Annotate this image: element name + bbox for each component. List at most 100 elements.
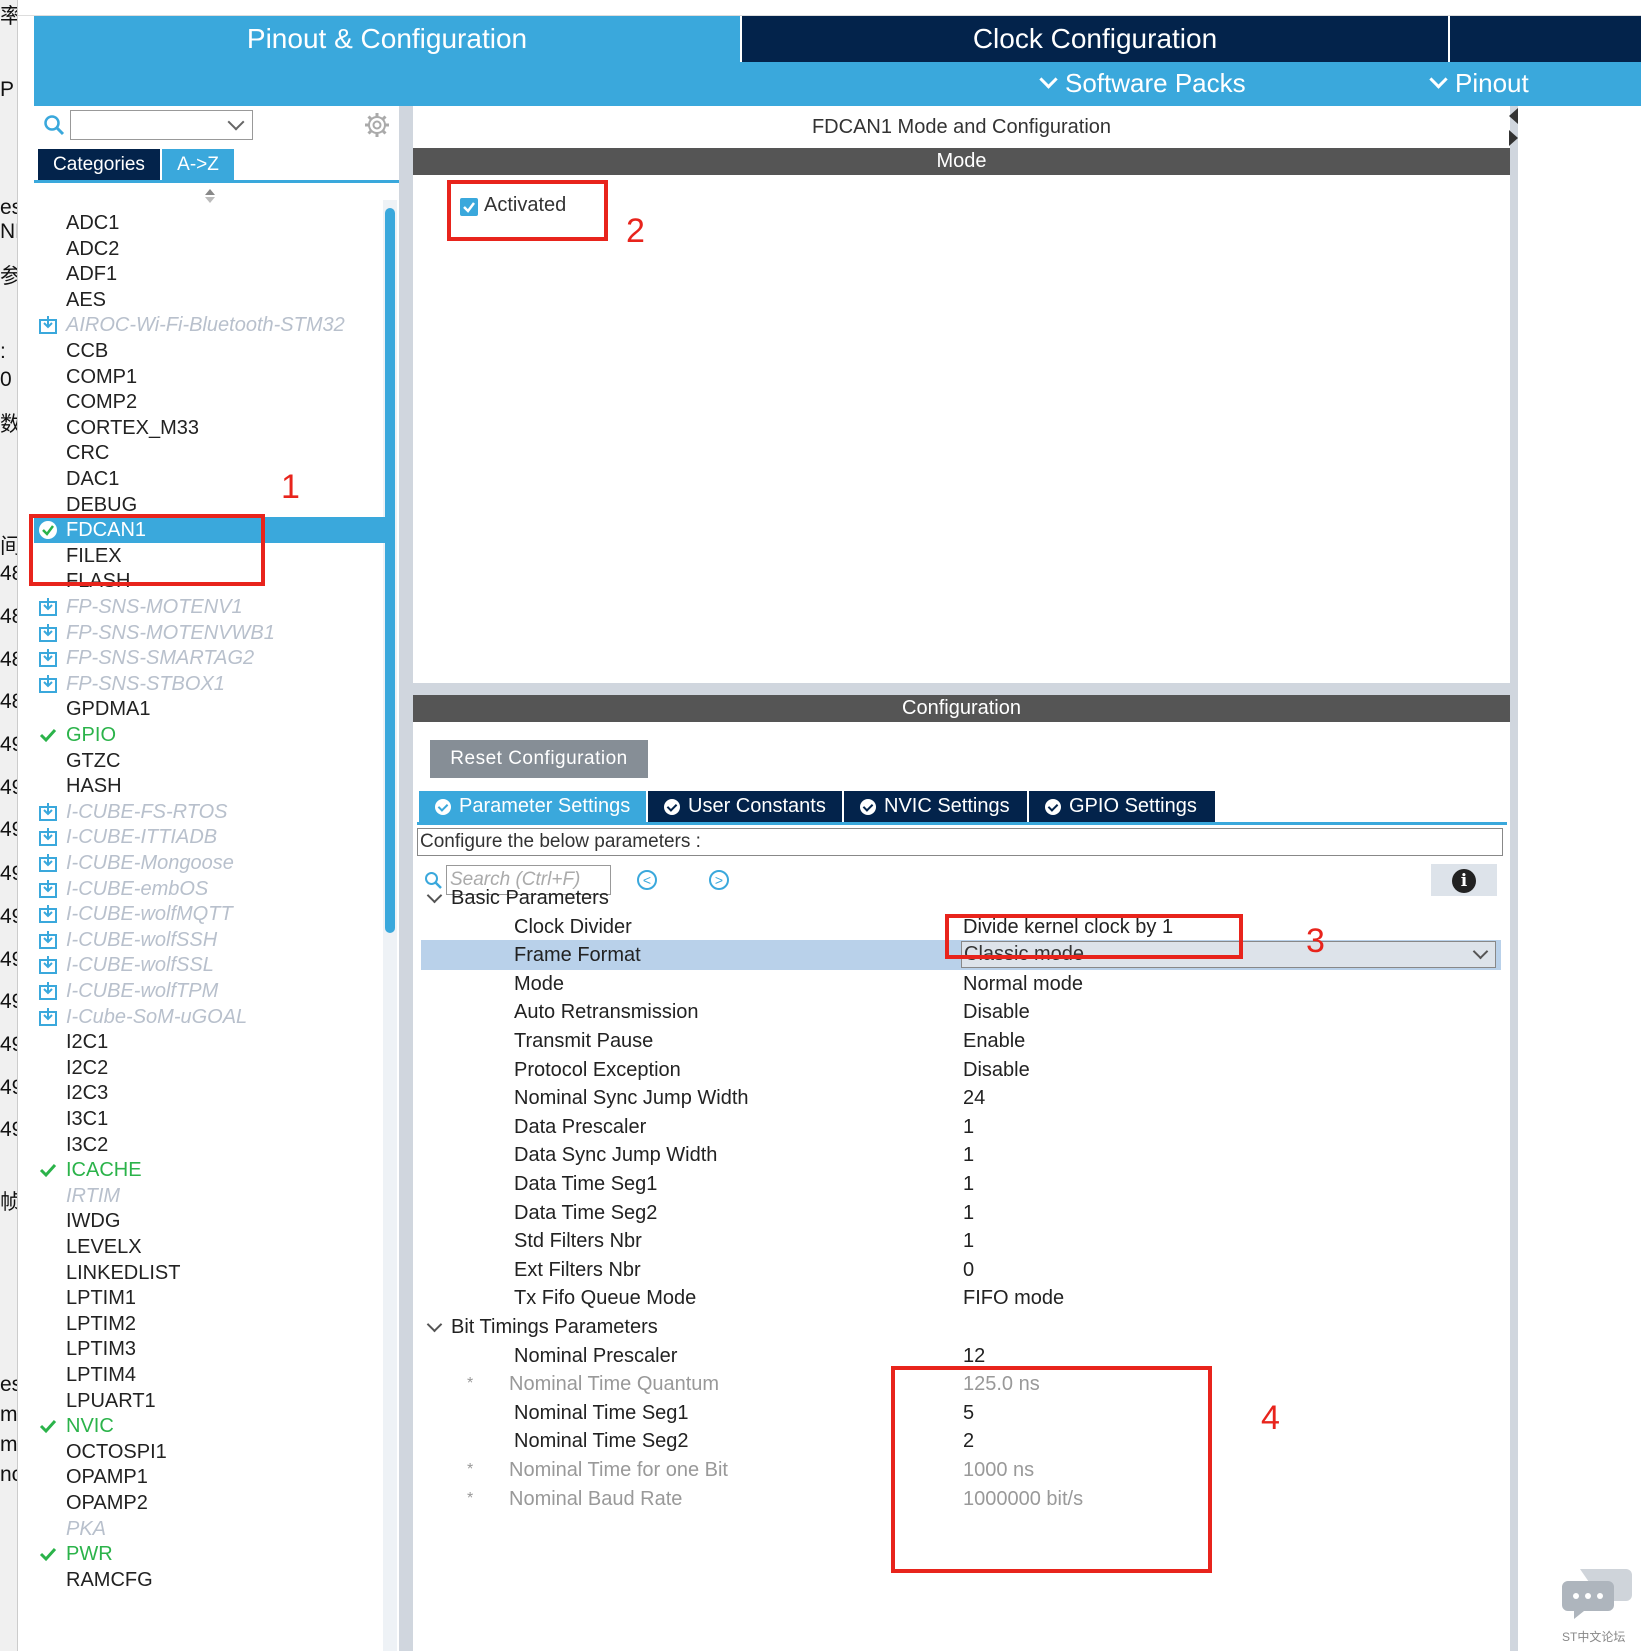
sidebar-item-i-cube-mongoose[interactable]: I-CUBE-Mongoose xyxy=(34,850,389,876)
info-icon[interactable]: i xyxy=(1452,869,1476,893)
search-icon[interactable] xyxy=(43,114,65,136)
sidebar-item-i-cube-wolftpm[interactable]: I-CUBE-wolfTPM xyxy=(34,978,389,1004)
sidebar-item-i-cube-wolfmqtt[interactable]: I-CUBE-wolfMQTT xyxy=(34,901,389,927)
sidebar-item-i2c1[interactable]: I2C1 xyxy=(34,1029,389,1055)
gear-icon[interactable] xyxy=(364,112,390,138)
sidebar-item-i-cube-embos[interactable]: I-CUBE-embOS xyxy=(34,876,389,902)
tab-categories[interactable]: Categories xyxy=(38,149,160,180)
sidebar-item-fp-sns-smartag2[interactable]: FP-SNS-SMARTAG2 xyxy=(34,645,389,671)
sidebar-item-i2c3[interactable]: I2C3 xyxy=(34,1080,389,1106)
tab-gpio-settings[interactable]: GPIO Settings xyxy=(1029,791,1215,822)
next-match-button[interactable]: > xyxy=(709,870,729,890)
sidebar-item-pka[interactable]: PKA xyxy=(34,1516,389,1542)
sidebar-item-opamp1[interactable]: OPAMP1 xyxy=(34,1464,389,1490)
configuration-scrollbar[interactable] xyxy=(1510,106,1518,1651)
sidebar-item-levelx[interactable]: LEVELX xyxy=(34,1234,389,1260)
parameter-row[interactable]: Std Filters Nbr 1 xyxy=(421,1226,1501,1256)
sidebar-item-icache[interactable]: ICACHE xyxy=(34,1157,389,1183)
software-packs-menu[interactable]: Software Packs xyxy=(1039,68,1246,99)
parameter-row[interactable]: Data Sync Jump Width 1 xyxy=(421,1140,1501,1170)
sidebar-item-lpuart1[interactable]: LPUART1 xyxy=(34,1388,389,1414)
parameter-value[interactable]: 1 xyxy=(963,1226,974,1256)
sidebar-item-i3c1[interactable]: I3C1 xyxy=(34,1106,389,1132)
sidebar-item-airoc-wi-fi-bluetooth-stm32[interactable]: AIROC-Wi-Fi-Bluetooth-STM32 xyxy=(34,312,389,338)
sidebar-item-adf1[interactable]: ADF1 xyxy=(34,261,389,287)
sidebar-item-lptim4[interactable]: LPTIM4 xyxy=(34,1362,389,1388)
parameter-value[interactable]: Enable xyxy=(963,1026,1025,1056)
sidebar-item-crc[interactable]: CRC xyxy=(34,440,389,466)
parameter-row[interactable]: Data Prescaler 1 xyxy=(421,1112,1501,1142)
parameter-value[interactable]: FIFO mode xyxy=(963,1283,1064,1313)
sidebar-item-irtim[interactable]: IRTIM xyxy=(34,1183,389,1209)
sort-icon[interactable] xyxy=(204,188,216,204)
tab-a-z[interactable]: A->Z xyxy=(162,149,234,180)
parameter-row[interactable]: Auto Retransmission Disable xyxy=(421,997,1501,1027)
sidebar-item-i-cube-ittiadb[interactable]: I-CUBE-ITTIADB xyxy=(34,824,389,850)
parameter-row[interactable]: Mode Normal mode xyxy=(421,969,1501,999)
parameter-row[interactable]: Transmit Pause Enable xyxy=(421,1026,1501,1056)
tab-pinout-configuration[interactable]: Pinout & Configuration xyxy=(34,16,740,62)
parameter-value[interactable]: 0 xyxy=(963,1255,974,1285)
search-icon[interactable] xyxy=(424,871,442,889)
sidebar-item-gpio[interactable]: GPIO xyxy=(34,722,389,748)
sidebar-item-lptim2[interactable]: LPTIM2 xyxy=(34,1311,389,1337)
parameter-row[interactable]: Nominal Sync Jump Width 24 xyxy=(421,1083,1501,1113)
section-splitter[interactable] xyxy=(413,683,1510,695)
tab-user-constants[interactable]: User Constants xyxy=(648,791,842,822)
reset-configuration-button[interactable]: Reset Configuration xyxy=(430,740,648,778)
tab-extra[interactable] xyxy=(1450,16,1641,62)
tab-parameter-settings[interactable]: Parameter Settings xyxy=(419,791,646,822)
previous-match-button[interactable]: < xyxy=(637,870,657,890)
sidebar-item-nvic[interactable]: NVIC xyxy=(34,1413,389,1439)
sidebar-item-opamp2[interactable]: OPAMP2 xyxy=(34,1490,389,1516)
sidebar-item-iwdg[interactable]: IWDG xyxy=(34,1208,389,1234)
sidebar-item-pwr[interactable]: PWR xyxy=(34,1541,389,1567)
sidebar-item-hash[interactable]: HASH xyxy=(34,773,389,799)
sidebar-item-ccb[interactable]: CCB xyxy=(34,338,389,364)
sidebar-item-aes[interactable]: AES xyxy=(34,287,389,313)
parameter-value[interactable]: 24 xyxy=(963,1083,985,1113)
sidebar-item-lptim1[interactable]: LPTIM1 xyxy=(34,1285,389,1311)
sidebar-item-fp-sns-motenvwb1[interactable]: FP-SNS-MOTENVWB1 xyxy=(34,620,389,646)
sidebar-item-i-cube-som-ugoal[interactable]: I-Cube-SoM-uGOAL xyxy=(34,1004,389,1030)
sidebar-item-i-cube-fs-rtos[interactable]: I-CUBE-FS-RTOS xyxy=(34,799,389,825)
tab-clock-configuration[interactable]: Clock Configuration xyxy=(742,16,1448,62)
sidebar-item-dac1[interactable]: DAC1 xyxy=(34,466,389,492)
sidebar-item-cortex-m33[interactable]: CORTEX_M33 xyxy=(34,415,389,441)
expand-right-icon[interactable] xyxy=(1509,130,1518,146)
sidebar-item-fp-sns-motenv1[interactable]: FP-SNS-MOTENV1 xyxy=(34,594,389,620)
parameter-row[interactable]: Ext Filters Nbr 0 xyxy=(421,1255,1501,1285)
sidebar-item-adc1[interactable]: ADC1 xyxy=(34,210,389,236)
parameter-value[interactable]: Disable xyxy=(963,1055,1030,1085)
sidebar-item-i3c2[interactable]: I3C2 xyxy=(34,1132,389,1158)
sidebar-item-gtzc[interactable]: GTZC xyxy=(34,748,389,774)
parameter-row[interactable]: Protocol Exception Disable xyxy=(421,1055,1501,1085)
peripheral-search-combo[interactable] xyxy=(70,110,253,140)
parameter-value[interactable]: Disable xyxy=(963,997,1030,1027)
tab-nvic-settings[interactable]: NVIC Settings xyxy=(844,791,1027,822)
pinout-menu[interactable]: Pinout xyxy=(1429,68,1529,99)
sidebar-item-fp-sns-stbox1[interactable]: FP-SNS-STBOX1 xyxy=(34,671,389,697)
parameter-value[interactable]: 1 xyxy=(963,1140,974,1170)
parameter-row[interactable]: Tx Fifo Queue Mode FIFO mode xyxy=(421,1283,1501,1313)
panel-divider[interactable] xyxy=(399,106,413,1651)
sidebar-item-comp1[interactable]: COMP1 xyxy=(34,364,389,390)
sidebar-item-i2c2[interactable]: I2C2 xyxy=(34,1055,389,1081)
sidebar-item-linkedlist[interactable]: LINKEDLIST xyxy=(34,1260,389,1286)
parameter-row[interactable]: Data Time Seg2 1 xyxy=(421,1198,1501,1228)
sidebar-item-ramcfg[interactable]: RAMCFG xyxy=(34,1567,389,1593)
sidebar-item-adc2[interactable]: ADC2 xyxy=(34,236,389,262)
parameter-value[interactable]: Normal mode xyxy=(963,969,1083,999)
sidebar-item-comp2[interactable]: COMP2 xyxy=(34,389,389,415)
sidebar-item-i-cube-wolfssh[interactable]: I-CUBE-wolfSSH xyxy=(34,927,389,953)
sidebar-item-octospi1[interactable]: OCTOSPI1 xyxy=(34,1439,389,1465)
parameter-value[interactable]: 1 xyxy=(963,1112,974,1142)
sidebar-item-lptim3[interactable]: LPTIM3 xyxy=(34,1336,389,1362)
parameter-value[interactable]: 1 xyxy=(963,1169,974,1199)
parameter-value[interactable]: 1 xyxy=(963,1198,974,1228)
parameter-row[interactable]: Data Time Seg1 1 xyxy=(421,1169,1501,1199)
sidebar-item-gpdma1[interactable]: GPDMA1 xyxy=(34,696,389,722)
parameter-name: Ext Filters Nbr xyxy=(514,1259,641,1281)
sidebar-item-i-cube-wolfssl[interactable]: I-CUBE-wolfSSL xyxy=(34,952,389,978)
collapse-left-icon[interactable] xyxy=(1509,108,1518,124)
